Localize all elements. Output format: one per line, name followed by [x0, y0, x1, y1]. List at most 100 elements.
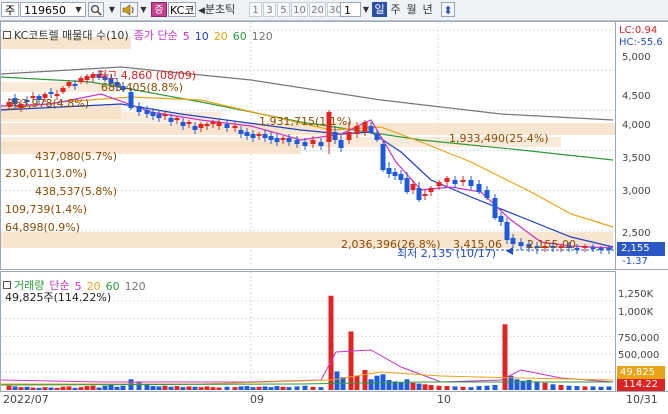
- volume-bar: [460, 386, 466, 390]
- volume-bar: [84, 386, 90, 390]
- volume-bar: [250, 387, 256, 390]
- market-select[interactable]: KC코: [168, 2, 196, 17]
- interval-20-button[interactable]: 20: [309, 2, 326, 17]
- mode-select[interactable]: 주: [1, 2, 19, 17]
- volume-bar: [232, 387, 238, 390]
- search-icon[interactable]: [88, 2, 104, 17]
- volume-bar: [150, 386, 156, 390]
- volume-ma-5-line: [1, 349, 614, 383]
- volume-bar: [48, 387, 54, 390]
- price-tick: 4,500: [622, 91, 651, 102]
- volume-bar: [476, 386, 482, 390]
- period-tab-1[interactable]: 주: [388, 2, 403, 17]
- market-flag-icon[interactable]: 증: [151, 2, 167, 17]
- volume-bar: [114, 386, 120, 390]
- interval-10-button[interactable]: 10: [291, 2, 308, 17]
- volume-bar: [404, 379, 410, 390]
- period-type-button[interactable]: ◀분초틱: [198, 2, 246, 17]
- price-chart-pane[interactable]: KC코트렐 매물대 수(10) 종가 단순 5 10 20 60 120 최고 4,86…: [0, 21, 616, 270]
- volume-bar: [280, 386, 286, 390]
- volume-bar: [244, 386, 250, 390]
- volume-bar: [484, 385, 490, 390]
- volume-bar: [256, 386, 262, 390]
- lc-label: LC:0.94: [619, 25, 658, 36]
- volume-profile-label: 1,931,715(1.1%): [259, 115, 352, 128]
- volume-bar: [410, 382, 416, 390]
- volume-bar: [78, 387, 84, 390]
- volume-bar: [328, 295, 334, 390]
- volume-bar: [334, 371, 340, 390]
- volume-profile-label: 3,415,06: [453, 238, 502, 251]
- volume-bar: [502, 324, 508, 390]
- speaker-icon[interactable]: [120, 2, 138, 17]
- volume-bar: [274, 386, 280, 390]
- volume-bar: [492, 385, 498, 390]
- interval-value: 1: [344, 4, 351, 17]
- volume-bar: [6, 385, 12, 390]
- volume-bar: [606, 386, 612, 390]
- volume-bar: [24, 386, 30, 390]
- volume-chart-pane[interactable]: 거래량 단순 5 20 60 120 49,825주(114.22%): [0, 271, 616, 392]
- search-dropdown-icon[interactable]: ▼: [106, 2, 118, 17]
- stock-code-value: 119650: [24, 4, 66, 17]
- volume-bar: [598, 386, 604, 390]
- interval-5-button[interactable]: 5: [277, 2, 290, 17]
- volume-bar: [302, 385, 308, 390]
- current-volume-badge: 49,825: [617, 366, 665, 379]
- volume-profile-label: 64,898(0.9%): [5, 221, 81, 234]
- volume-bar: [534, 381, 540, 390]
- price-tick: 3,500: [622, 153, 651, 164]
- volume-bar: [566, 385, 572, 390]
- current-change: -1.37: [622, 256, 648, 267]
- volume-tick: 1,250K: [618, 289, 654, 300]
- date-label: 10: [437, 393, 451, 406]
- code-dropdown-icon[interactable]: ▼: [72, 2, 85, 17]
- volume-bar: [268, 387, 274, 390]
- interval-dropdown-icon[interactable]: ▼: [361, 2, 371, 17]
- period-tab-0[interactable]: 일: [372, 2, 387, 17]
- volume-bar: [416, 383, 422, 390]
- current-price-badge: 2,155: [617, 242, 665, 256]
- volume-profile-label: 1,933,490(25.4%): [449, 132, 549, 145]
- speaker-dropdown-icon[interactable]: ▼: [138, 2, 149, 17]
- price-tick: 4,000: [622, 120, 651, 131]
- volume-bar: [286, 387, 292, 390]
- date-label: 2022/07: [3, 393, 49, 406]
- volume-bar: [168, 386, 174, 390]
- volume-bar: [550, 384, 556, 390]
- volume-bar: [198, 387, 204, 390]
- volume-profile-label: 683,405(8.8%): [101, 81, 184, 94]
- market-label: KC코: [170, 4, 195, 17]
- period-tab-3[interactable]: 년: [420, 2, 435, 17]
- period-tab-2[interactable]: 월: [404, 2, 419, 17]
- volume-bar: [386, 380, 392, 390]
- left-arrow-icon: ◀: [198, 6, 205, 16]
- current-price: 2,155: [621, 243, 650, 254]
- volume-bar: [36, 387, 42, 390]
- volume-bar: [90, 385, 96, 390]
- legend-box-icon: [3, 280, 11, 289]
- volume-bar: [436, 385, 442, 390]
- scroll-arrows-icon[interactable]: ⬍: [441, 2, 455, 17]
- volume-profile-label: 437,080(5.7%): [35, 150, 118, 163]
- price-tick: 5,000: [622, 52, 651, 63]
- interval-3-button[interactable]: 3: [263, 2, 276, 17]
- volume-bar: [30, 387, 36, 390]
- volume-tick: 500,000: [618, 350, 660, 361]
- date-label: 09: [250, 393, 264, 406]
- volume-bar: [526, 380, 532, 390]
- period-type-label: 분초틱: [204, 3, 236, 16]
- volume-bar: [558, 385, 564, 390]
- volume-bar: [162, 385, 168, 390]
- current-volume-pct: 114.22: [623, 379, 658, 390]
- interval-1-button[interactable]: 1: [249, 2, 262, 17]
- volume-bar: [60, 386, 66, 390]
- volume-bar: [66, 386, 72, 390]
- volume-bar: [514, 379, 520, 390]
- volume-bar: [422, 384, 428, 390]
- mode-label: 주: [4, 4, 16, 17]
- volume-profile-label: 2,036,396(26.8%): [341, 238, 441, 251]
- volume-axis: 1,250K1,000K750,000500,000250,000 49,825…: [616, 271, 668, 392]
- interval-input[interactable]: 1: [340, 2, 361, 17]
- volume-bar: [574, 386, 580, 390]
